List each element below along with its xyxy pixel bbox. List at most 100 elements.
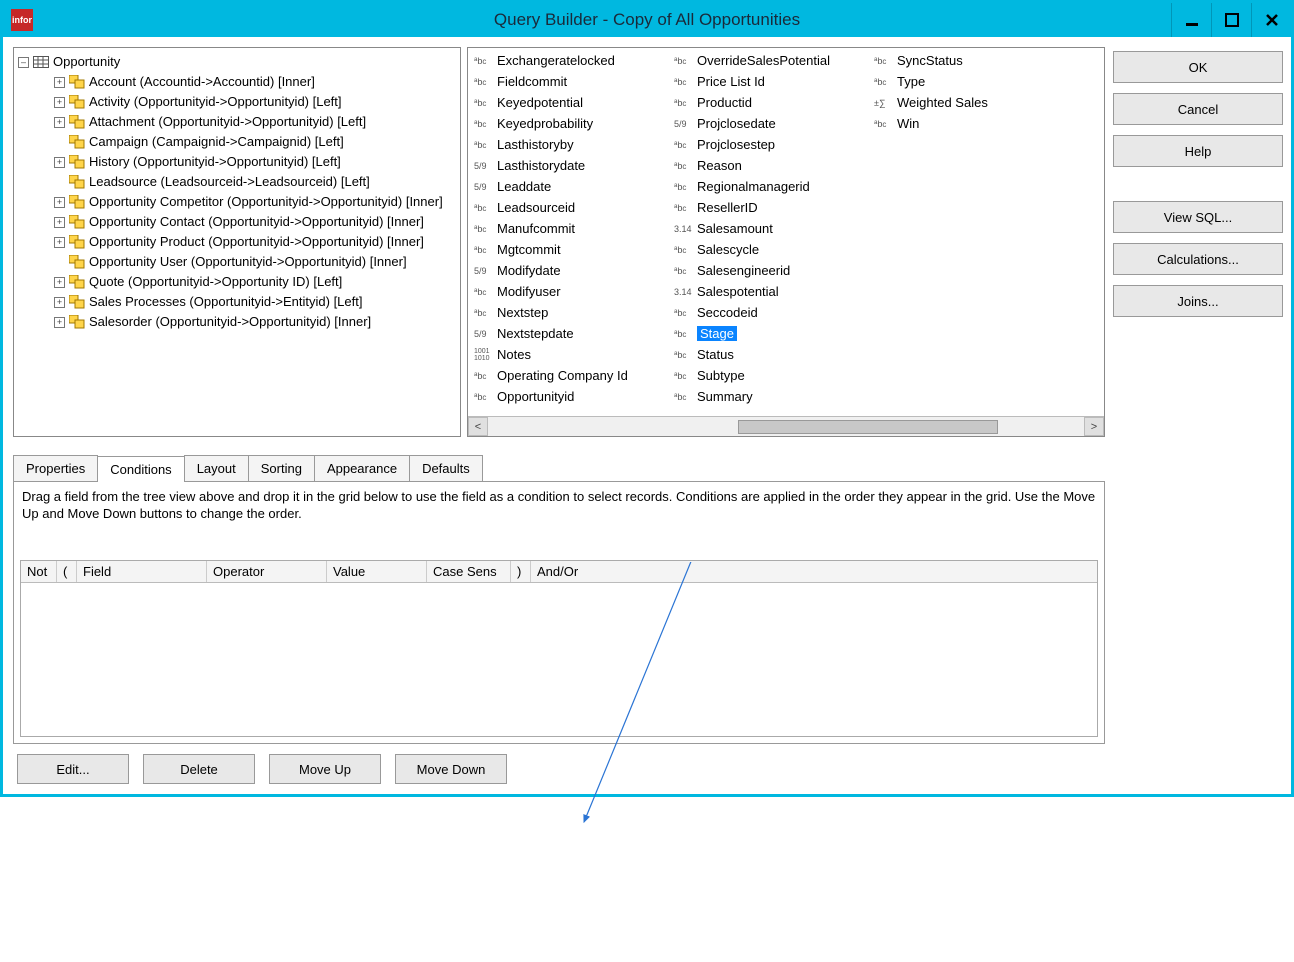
ok-button[interactable]: OK: [1113, 51, 1283, 83]
field-item[interactable]: ᵃbc Nextstep: [472, 302, 672, 323]
joins-button[interactable]: Joins...: [1113, 285, 1283, 317]
field-item[interactable]: ᵃbc Salesengineerid: [672, 260, 872, 281]
field-item[interactable]: 10011010 Notes: [472, 344, 672, 365]
tab-layout[interactable]: Layout: [184, 455, 249, 481]
conditions-grid[interactable]: Not ( Field Operator Value Case Sens ) A…: [20, 560, 1098, 737]
field-item[interactable]: 3.14 Salesamount: [672, 218, 872, 239]
tree-root-node[interactable]: – Opportunity: [18, 52, 460, 72]
collapse-icon[interactable]: –: [18, 57, 29, 68]
expand-icon[interactable]: +: [54, 277, 65, 288]
tab-properties[interactable]: Properties: [13, 455, 98, 481]
help-button[interactable]: Help: [1113, 135, 1283, 167]
expand-icon[interactable]: +: [54, 317, 65, 328]
expand-icon[interactable]: +: [54, 197, 65, 208]
move-down-button[interactable]: Move Down: [395, 754, 507, 784]
field-item[interactable]: ᵃbc Leadsourceid: [472, 197, 672, 218]
tree-node[interactable]: + Activity (Opportunityid->Opportunityid…: [54, 92, 460, 112]
field-item[interactable]: 3.14 Salespotential: [672, 281, 872, 302]
field-type-icon: ᵃbc: [674, 266, 694, 276]
field-item[interactable]: ᵃbc Exchangeratelocked: [472, 50, 672, 71]
expand-icon[interactable]: +: [54, 297, 65, 308]
field-item[interactable]: ±∑ Weighted Sales: [872, 92, 1072, 113]
cancel-button[interactable]: Cancel: [1113, 93, 1283, 125]
tree-node[interactable]: + History (Opportunityid->Opportunityid)…: [54, 152, 460, 172]
field-item[interactable]: 5/9 Modifydate: [472, 260, 672, 281]
scroll-thumb[interactable]: [738, 420, 998, 434]
field-item[interactable]: ᵃbc Salescycle: [672, 239, 872, 260]
window-title: Query Builder - Copy of All Opportunitie…: [3, 10, 1291, 30]
field-item[interactable]: ᵃbc Keyedpotential: [472, 92, 672, 113]
tree-node[interactable]: + Opportunity Competitor (Opportunityid-…: [54, 192, 460, 212]
tab-sorting[interactable]: Sorting: [248, 455, 315, 481]
join-icon: [69, 135, 85, 149]
fields-hscrollbar[interactable]: < >: [468, 416, 1104, 436]
query-builder-window: infor Query Builder - Copy of All Opport…: [0, 0, 1294, 797]
field-item[interactable]: ᵃbc Productid: [672, 92, 872, 113]
tree-node[interactable]: + Quote (Opportunityid->Opportunity ID) …: [54, 272, 460, 292]
expand-icon[interactable]: +: [54, 237, 65, 248]
field-item[interactable]: 5/9 Nextstepdate: [472, 323, 672, 344]
scroll-left-button[interactable]: <: [468, 417, 488, 436]
field-item[interactable]: ᵃbc SyncStatus: [872, 50, 1072, 71]
field-item[interactable]: ᵃbc Win: [872, 113, 1072, 134]
field-item[interactable]: ᵃbc Subtype: [672, 365, 872, 386]
field-item[interactable]: ᵃbc ResellerID: [672, 197, 872, 218]
field-item[interactable]: ᵃbc Reason: [672, 155, 872, 176]
tree-node[interactable]: + Salesorder (Opportunityid->Opportunity…: [54, 312, 460, 332]
field-item[interactable]: ᵃbc OverrideSalesPotential: [672, 50, 872, 71]
field-item[interactable]: ᵃbc Stage: [672, 323, 872, 344]
scroll-right-button[interactable]: >: [1084, 417, 1104, 436]
col-value: Value: [327, 561, 427, 582]
field-item[interactable]: ᵃbc Type: [872, 71, 1072, 92]
minimize-button[interactable]: [1171, 3, 1211, 37]
view-sql-button[interactable]: View SQL...: [1113, 201, 1283, 233]
field-item[interactable]: 5/9 Projclosedate: [672, 113, 872, 134]
calculations-button[interactable]: Calculations...: [1113, 243, 1283, 275]
join-icon: [69, 95, 85, 109]
field-item[interactable]: ᵃbc Manufcommit: [472, 218, 672, 239]
expand-icon[interactable]: +: [54, 157, 65, 168]
field-item[interactable]: ᵃbc Opportunityid: [472, 386, 672, 407]
field-item[interactable]: ᵃbc Projclosestep: [672, 134, 872, 155]
field-label: Salespotential: [697, 284, 779, 299]
tree-node[interactable]: Leadsource (Leadsourceid->Leadsourceid) …: [54, 172, 460, 192]
tree-node[interactable]: + Opportunity Contact (Opportunityid->Op…: [54, 212, 460, 232]
field-item[interactable]: ᵃbc Modifyuser: [472, 281, 672, 302]
delete-button[interactable]: Delete: [143, 754, 255, 784]
tree-node[interactable]: + Opportunity Product (Opportunityid->Op…: [54, 232, 460, 252]
field-item[interactable]: ᵃbc Fieldcommit: [472, 71, 672, 92]
field-item[interactable]: 5/9 Leaddate: [472, 176, 672, 197]
close-button[interactable]: [1251, 3, 1291, 37]
tree-node[interactable]: + Account (Accountid->Accountid) [Inner]: [54, 72, 460, 92]
tab-conditions[interactable]: Conditions: [97, 456, 184, 482]
field-item[interactable]: ᵃbc Regionalmanagerid: [672, 176, 872, 197]
expand-icon[interactable]: +: [54, 97, 65, 108]
field-column: ᵃbc Exchangeratelockedᵃbc Fieldcommitᵃbc…: [472, 50, 672, 416]
scroll-track[interactable]: [488, 417, 1084, 436]
tab-appearance[interactable]: Appearance: [314, 455, 410, 481]
tree-node[interactable]: Opportunity User (Opportunityid->Opportu…: [54, 252, 460, 272]
field-item[interactable]: 5/9 Lasthistorydate: [472, 155, 672, 176]
tree-node-label: Campaign (Campaignid->Campaignid) [Left]: [89, 132, 344, 152]
entity-tree[interactable]: – Opportunity + Account (Accountid->Acco…: [13, 47, 461, 437]
field-item[interactable]: ᵃbc Operating Company Id: [472, 365, 672, 386]
expand-icon[interactable]: +: [54, 77, 65, 88]
field-item[interactable]: ᵃbc Keyedprobability: [472, 113, 672, 134]
join-icon: [69, 75, 85, 89]
expand-icon[interactable]: +: [54, 217, 65, 228]
field-item[interactable]: ᵃbc Seccodeid: [672, 302, 872, 323]
field-item[interactable]: ᵃbc Price List Id: [672, 71, 872, 92]
field-item[interactable]: ᵃbc Status: [672, 344, 872, 365]
tree-node[interactable]: + Attachment (Opportunityid->Opportunity…: [54, 112, 460, 132]
tree-node[interactable]: + Sales Processes (Opportunityid->Entity…: [54, 292, 460, 312]
field-type-icon: ᵃbc: [674, 182, 694, 192]
tab-defaults[interactable]: Defaults: [409, 455, 483, 481]
maximize-button[interactable]: [1211, 3, 1251, 37]
field-item[interactable]: ᵃbc Summary: [672, 386, 872, 407]
expand-icon[interactable]: +: [54, 117, 65, 128]
field-item[interactable]: ᵃbc Mgtcommit: [472, 239, 672, 260]
move-up-button[interactable]: Move Up: [269, 754, 381, 784]
edit-button[interactable]: Edit...: [17, 754, 129, 784]
tree-node[interactable]: Campaign (Campaignid->Campaignid) [Left]: [54, 132, 460, 152]
field-item[interactable]: ᵃbc Lasthistoryby: [472, 134, 672, 155]
